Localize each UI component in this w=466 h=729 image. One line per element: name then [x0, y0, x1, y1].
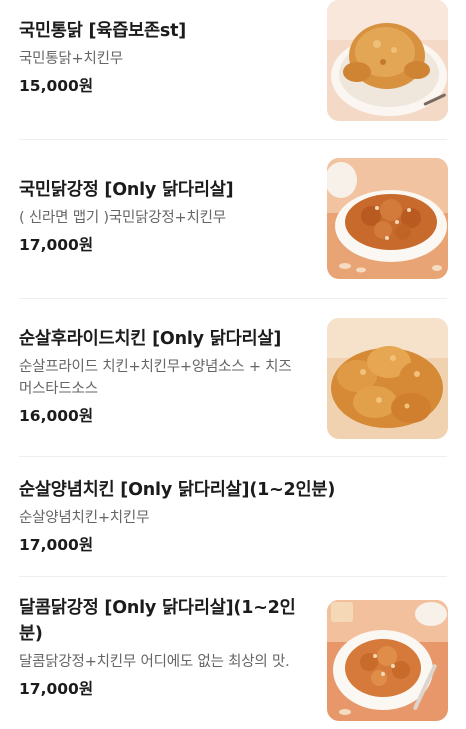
- menu-item-description: 순살프라이드 치킨+치킨무+양념소스 + 치즈머스타드소스: [19, 359, 292, 397]
- menu-item-text: 달콤닭강정 [Only 닭다리살](1~2인분) 달콤닭강정+치킨무 어디에도 …: [19, 595, 304, 700]
- menu-item-whole-chicken[interactable]: 국민통닭 [육즙보존st] 국민통닭+치킨무 15,000원: [0, 0, 466, 140]
- glazed-chicken-bowl-icon: [327, 158, 448, 279]
- menu-item-description: ( 신라면 맵기 )국민닭강정+치킨무: [19, 210, 226, 226]
- menu-item-dakgangjeong[interactable]: 국민닭강정 [Only 닭다리살] ( 신라면 맵기 )국민닭강정+치킨무 17…: [0, 140, 466, 298]
- menu-item-text: 국민통닭 [육즙보존st] 국민통닭+치킨무 15,000원: [19, 18, 304, 97]
- fried-chicken-pile-icon: [327, 318, 448, 439]
- menu-item-description: 국민통닭+치킨무: [19, 51, 123, 67]
- menu-item-text: 순살양념치킨 [Only 닭다리살](1~2인분) 순살양념치킨+치킨무 17,…: [19, 477, 449, 556]
- menu-item-text: 국민닭강정 [Only 닭다리살] ( 신라면 맵기 )국민닭강정+치킨무 17…: [19, 177, 304, 256]
- menu-item-price: 17,000원: [19, 236, 94, 254]
- whole-roast-chicken-icon: [327, 0, 448, 121]
- menu-item-boneless-yangnyeom[interactable]: 순살양념치킨 [Only 닭다리살](1~2인분) 순살양념치킨+치킨무 17,…: [0, 456, 466, 576]
- menu-item-price: 17,000원: [19, 680, 94, 698]
- menu-item-price: 15,000원: [19, 77, 94, 95]
- menu-item-boneless-fried[interactable]: 순살후라이드치킨 [Only 닭다리살] 순살프라이드 치킨+치킨무+양념소스 …: [0, 298, 466, 456]
- menu-item-name: 순살후라이드치킨 [Only 닭다리살]: [19, 329, 282, 349]
- sweet-chicken-plate-icon: [327, 600, 448, 721]
- menu-item-price: 17,000원: [19, 536, 94, 554]
- menu-item-description: 달콤닭강정+치킨무 어디에도 없는 최상의 맛.: [19, 654, 290, 670]
- menu-item-description: 순살양념치킨+치킨무: [19, 510, 150, 526]
- menu-item-name: 국민닭강정 [Only 닭다리살]: [19, 180, 234, 200]
- menu-item-price: 16,000원: [19, 407, 94, 425]
- menu-item-name: 달콤닭강정 [Only 닭다리살](1~2인분): [19, 598, 296, 644]
- menu-item-sweet-dakgangjeong[interactable]: 달콤닭강정 [Only 닭다리살](1~2인분) 달콤닭강정+치킨무 어디에도 …: [0, 576, 466, 729]
- menu-item-name: 순살양념치킨 [Only 닭다리살](1~2인분): [19, 480, 336, 500]
- menu-item-name: 국민통닭 [육즙보존st]: [19, 21, 187, 41]
- menu-item-text: 순살후라이드치킨 [Only 닭다리살] 순살프라이드 치킨+치킨무+양념소스 …: [19, 326, 304, 427]
